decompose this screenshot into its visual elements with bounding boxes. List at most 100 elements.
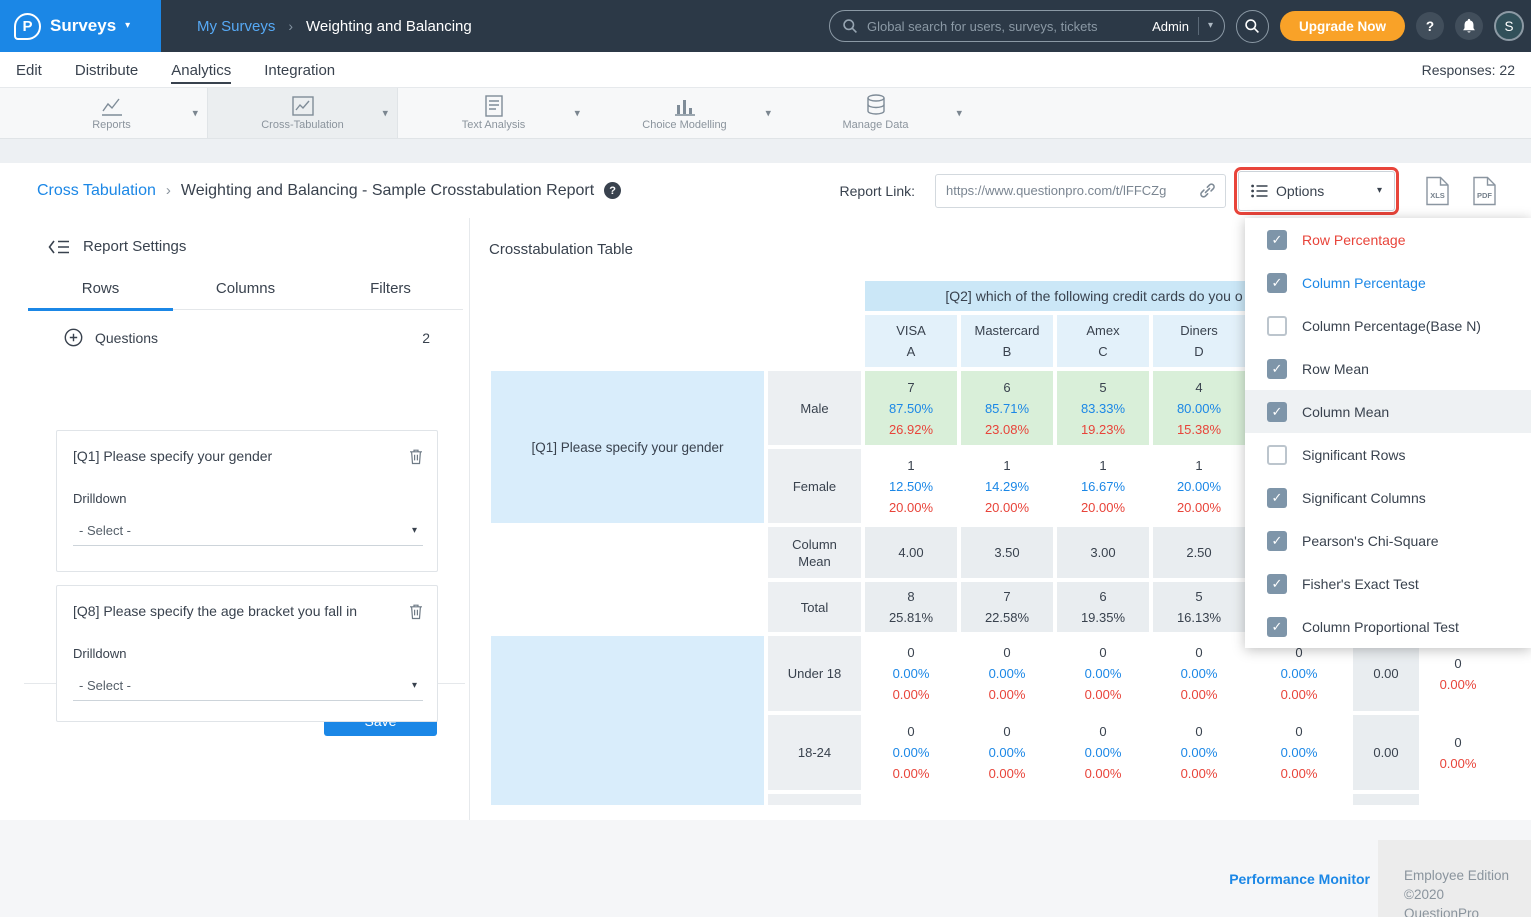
report-header-actions: Report Link: Options ▾ XLS [840, 171, 1497, 211]
option-label: Column Mean [1302, 404, 1389, 420]
check-icon: ✓ [1272, 533, 1283, 549]
option-column-percentage[interactable]: ✓Column Percentage [1245, 261, 1531, 304]
option-significant-columns[interactable]: ✓Significant Columns [1245, 476, 1531, 519]
export-xls-button[interactable]: XLS [1425, 176, 1450, 206]
global-search[interactable]: Admin ▾ [829, 10, 1225, 42]
answer-label-male: Male [768, 371, 861, 445]
option-column-proportional-test[interactable]: ✓Column Proportional Test [1245, 605, 1531, 648]
option-row-percentage[interactable]: ✓Row Percentage [1245, 218, 1531, 261]
settings-tab-rows[interactable]: Rows [28, 280, 173, 311]
checked-checkbox-icon[interactable]: ✓ [1267, 273, 1287, 293]
settings-title: Report Settings [83, 238, 186, 255]
check-icon: ✓ [1272, 404, 1283, 420]
check-icon: ✓ [1272, 275, 1283, 291]
question-mark-icon: ? [1426, 19, 1434, 34]
search-input[interactable] [867, 19, 1143, 34]
report-link-input[interactable] [946, 183, 1198, 198]
column-mean-label: Column Mean [768, 527, 861, 578]
toolbar-text-analysis[interactable]: Text Analysis▾ [398, 88, 589, 138]
checked-checkbox-icon[interactable]: ✓ [1267, 230, 1287, 250]
cross-tabulation-breadcrumb-link[interactable]: Cross Tabulation [37, 182, 156, 200]
options-button[interactable]: Options ▾ [1238, 171, 1395, 211]
toolbar-reports[interactable]: Reports ▾ [16, 88, 207, 138]
total-cell: 619.35% [1057, 582, 1149, 632]
check-icon: ✓ [1272, 232, 1283, 248]
drilldown-select[interactable]: - Select -▾ [73, 671, 423, 701]
help-button[interactable]: ? [1416, 12, 1444, 40]
question-label: [Q1] Please specify your gender [73, 448, 272, 464]
total-cell: 00.00% [1423, 715, 1493, 790]
option-label: Row Mean [1302, 361, 1369, 377]
tab-analytics[interactable]: Analytics [171, 55, 231, 84]
settings-sidebar: Report Settings RowsColumnsFilters Quest… [0, 218, 470, 820]
add-question-button[interactable] [64, 328, 83, 347]
notifications-button[interactable] [1455, 12, 1483, 40]
data-cell: 583.33%19.23% [1057, 371, 1149, 445]
top-navbar: P Surveys ▾ My Surveys › Weighting and B… [0, 0, 1531, 52]
my-surveys-link[interactable]: My Surveys [197, 18, 275, 35]
data-cell: 120.00%20.00% [1153, 449, 1245, 523]
column-mean-cell: 3.50 [961, 527, 1053, 578]
tab-distribute[interactable]: Distribute [75, 55, 138, 84]
spacer-cell [491, 315, 861, 367]
unchecked-checkbox-icon[interactable] [1267, 316, 1287, 336]
chevron-down-icon[interactable]: ▾ [382, 107, 388, 120]
option-column-percentage-base-n[interactable]: Column Percentage(Base N) [1245, 304, 1531, 347]
checked-checkbox-icon[interactable]: ✓ [1267, 488, 1287, 508]
data-cell: 00.00%0.00% [1249, 715, 1349, 790]
option-row-mean[interactable]: ✓ Row Mean [1245, 347, 1531, 390]
option-label: Significant Rows [1302, 447, 1406, 463]
data-cell: 787.50%26.92% [865, 371, 957, 445]
checked-checkbox-icon[interactable]: ✓ [1267, 359, 1287, 379]
delete-question-button[interactable] [409, 603, 423, 620]
data-cell: 116.67%20.00% [1057, 449, 1149, 523]
upgrade-now-button[interactable]: Upgrade Now [1280, 11, 1405, 41]
chevron-down-icon[interactable]: ▾ [1208, 21, 1213, 31]
option-pearson-s-chi-square[interactable]: ✓Pearson's Chi-Square [1245, 519, 1531, 562]
question-label: [Q8] Please specify the age bracket you … [73, 603, 357, 619]
report-header: Cross Tabulation › Weighting and Balanci… [0, 170, 1531, 211]
collapse-panel-icon[interactable] [48, 239, 70, 255]
tab-edit[interactable]: Edit [16, 55, 42, 84]
breadcrumb-separator-icon: › [166, 182, 171, 199]
question-card: [Q8] Please specify the age bracket you … [56, 585, 438, 722]
export-pdf-button[interactable]: PDF [1472, 176, 1497, 206]
tab-integration[interactable]: Integration [264, 55, 335, 84]
data-cell: 114.29%20.00% [961, 449, 1053, 523]
chevron-down-icon[interactable]: ▾ [956, 107, 962, 120]
option-column-mean[interactable]: ✓ Column Mean [1245, 390, 1531, 433]
settings-tab-filters[interactable]: Filters [318, 280, 463, 309]
questions-count: 2 [422, 330, 430, 346]
toolbar-manage-data[interactable]: Manage Data▾ [780, 88, 971, 138]
option-significant-rows[interactable]: Significant Rows [1245, 433, 1531, 476]
link-icon[interactable] [1198, 181, 1217, 200]
toolbar-item-label: Reports [92, 119, 131, 131]
checked-checkbox-icon[interactable]: ✓ [1267, 531, 1287, 551]
chevron-down-icon[interactable]: ▾ [192, 107, 198, 120]
performance-monitor-link[interactable]: Performance Monitor [1229, 871, 1370, 887]
drilldown-label: Drilldown [73, 491, 423, 506]
checked-checkbox-icon[interactable]: ✓ [1267, 402, 1287, 422]
drilldown-select[interactable]: - Select -▾ [73, 516, 423, 546]
settings-tab-columns[interactable]: Columns [173, 280, 318, 309]
breadcrumb-separator-icon: › [288, 18, 293, 34]
delete-question-button[interactable] [409, 448, 423, 465]
data-cell: 00.00%0.00% [1153, 715, 1245, 790]
search-scope-selector[interactable]: Admin [1152, 19, 1189, 34]
option-fisher-s-exact-test[interactable]: ✓Fisher's Exact Test [1245, 562, 1531, 605]
check-icon: ✓ [1272, 361, 1283, 377]
chevron-down-icon[interactable]: ▾ [574, 107, 580, 120]
chevron-down-icon[interactable]: ▾ [765, 107, 771, 120]
checked-checkbox-icon[interactable]: ✓ [1267, 617, 1287, 637]
help-icon[interactable]: ? [604, 182, 621, 199]
unchecked-checkbox-icon[interactable] [1267, 445, 1287, 465]
data-cell: 685.71%23.08% [961, 371, 1053, 445]
checked-checkbox-icon[interactable]: ✓ [1267, 574, 1287, 594]
toolbar-cross-tabulation[interactable]: Cross-Tabulation▾ [207, 88, 398, 138]
product-switcher[interactable]: P Surveys ▾ [0, 0, 161, 52]
search-button[interactable] [1236, 10, 1269, 43]
toolbar-choice-modelling[interactable]: Choice Modelling▾ [589, 88, 780, 138]
report-link-label: Report Link: [840, 183, 915, 199]
avatar[interactable]: S [1494, 11, 1524, 41]
manage-data-icon [865, 95, 887, 117]
